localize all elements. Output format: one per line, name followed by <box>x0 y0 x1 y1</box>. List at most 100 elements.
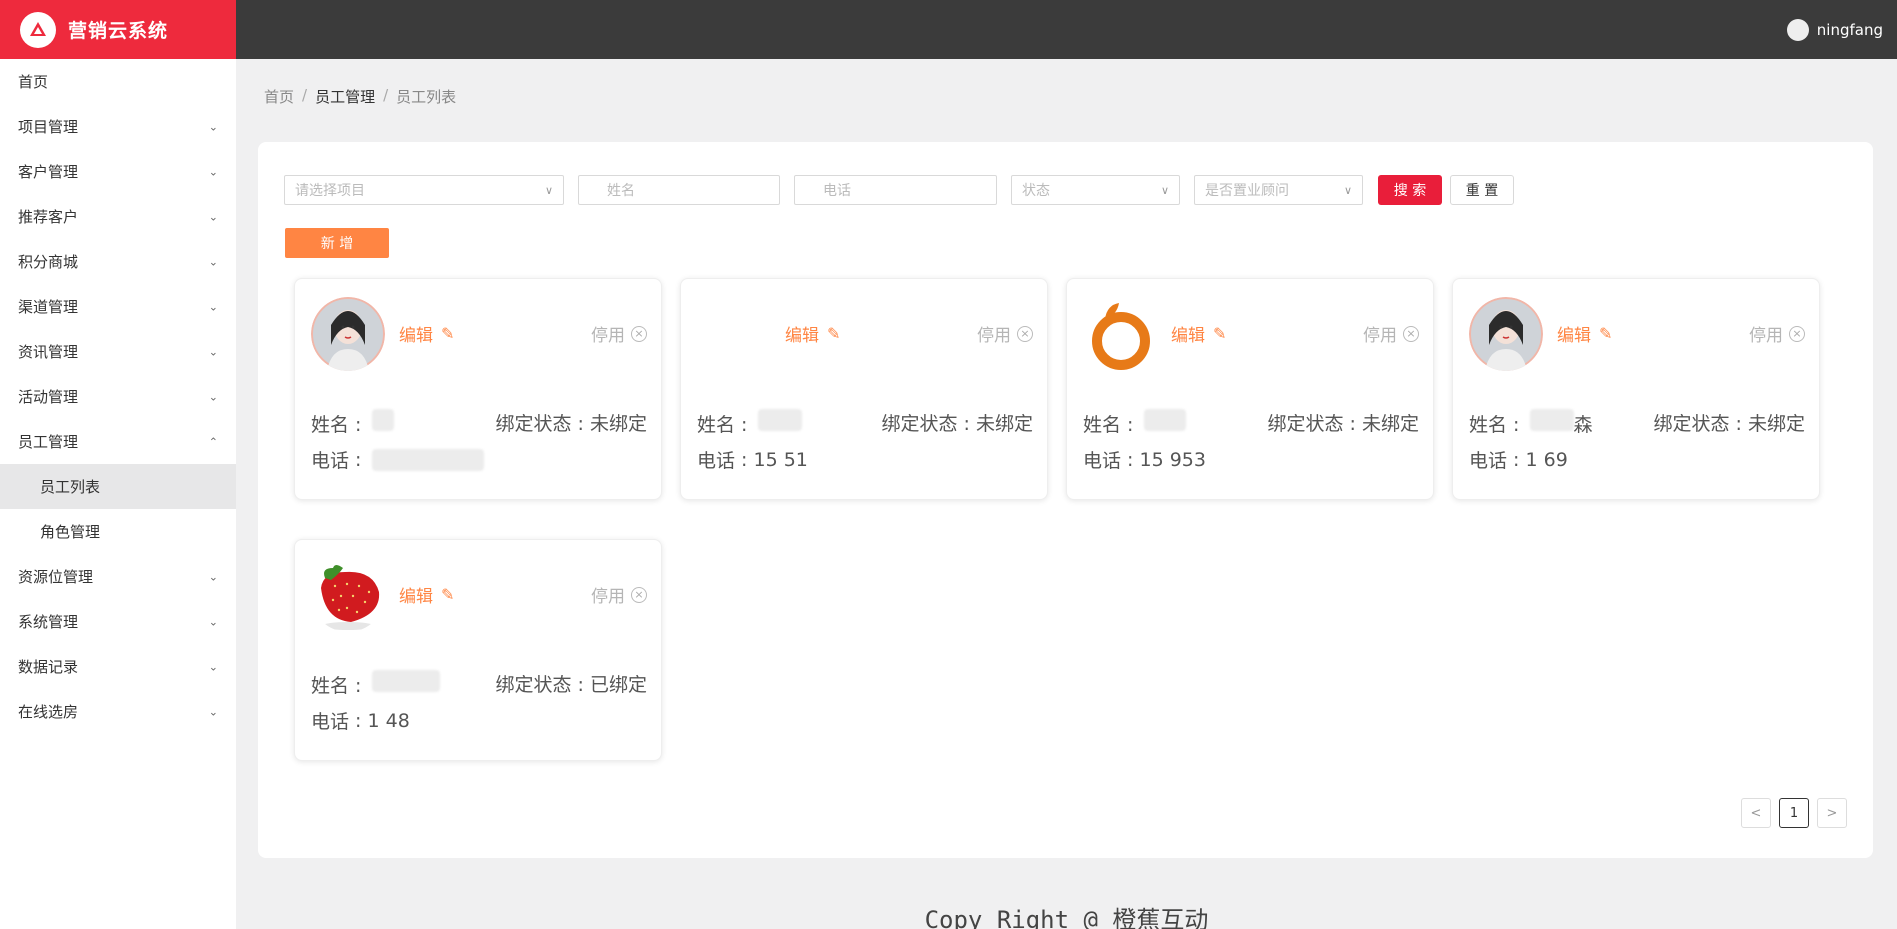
status-select[interactable]: 状态 ∨ <box>1011 175 1180 205</box>
employee-name: 姓名 : 森 <box>1469 409 1593 437</box>
project-select[interactable]: 请选择项目 ∨ <box>284 175 564 205</box>
breadcrumb-separator: / <box>302 86 308 104</box>
sidebar-item-resource[interactable]: 资源位管理 ⌄ <box>0 554 236 599</box>
edit-button[interactable]: 编辑 ✎ <box>399 582 454 607</box>
breadcrumb-home[interactable]: 首页 <box>264 86 294 107</box>
employee-name: 姓名 : <box>697 409 802 437</box>
employee-card: 编辑 ✎ 停用 × 姓名 : 绑定状态 : 已绑定 电话 : 1 48 <box>294 539 662 761</box>
sidebar-item-staff-list[interactable]: 员工列表 <box>0 464 236 509</box>
chevron-down-icon: ⌄ <box>208 120 218 133</box>
name-input-placeholder: 姓名 <box>607 183 635 199</box>
employee-phone-row: 电话 : 1 69 <box>1469 446 1568 473</box>
sidebar-item-label: 推荐客户 <box>18 208 79 226</box>
phone-label: 电话 <box>1083 450 1122 472</box>
edit-icon: ✎ <box>827 324 841 343</box>
orange-logo-icon <box>1083 297 1157 371</box>
sidebar-item-staff[interactable]: 员工管理 ⌃ <box>0 419 236 464</box>
filter-bar: 请选择项目 ∨ 姓名 电话 状态 ∨ 是否置业顾问 ∨ 搜 索 重 置 <box>284 175 1514 205</box>
app-title: 营销云系统 <box>68 20 169 42</box>
sidebar-item-label: 资讯管理 <box>18 343 79 361</box>
pagination: < 1 > <box>1733 798 1847 828</box>
sidebar-item-project[interactable]: 项目管理 ⌄ <box>0 104 236 149</box>
close-circle-icon: × <box>1017 325 1033 342</box>
sidebar-item-home[interactable]: 首页 <box>0 59 236 104</box>
close-circle-icon: × <box>1403 325 1419 342</box>
sidebar-item-points-mall[interactable]: 积分商城 ⌄ <box>0 239 236 284</box>
disable-label: 停用 <box>591 587 625 607</box>
edit-label: 编辑 <box>399 587 433 607</box>
chevron-down-icon: ⌄ <box>208 255 218 268</box>
breadcrumb-current: 员工列表 <box>396 88 457 106</box>
phone-colon: : <box>349 709 368 732</box>
prev-page-button[interactable]: < <box>1741 798 1771 828</box>
add-employee-button[interactable]: 新 增 <box>285 228 389 258</box>
chevron-down-icon: ⌄ <box>208 165 218 178</box>
avatar <box>1786 18 1809 41</box>
disable-button[interactable]: 停用 × <box>1363 321 1419 346</box>
sidebar-item-channel[interactable]: 渠道管理 ⌄ <box>0 284 236 329</box>
employee-phone-value: 1 69 <box>1525 448 1568 471</box>
next-page-button[interactable]: > <box>1817 798 1847 828</box>
edit-button[interactable]: 编辑 ✎ <box>785 321 840 346</box>
edit-label: 编辑 <box>1171 326 1205 346</box>
logo-icon <box>20 11 56 48</box>
bind-status: 绑定状态 : 未绑定 <box>1653 413 1805 435</box>
redacted-mask <box>757 409 802 431</box>
employee-phone-row: 电话 : 15 51 <box>697 446 808 473</box>
sidebar-item-label: 资源位管理 <box>18 568 94 586</box>
sidebar-item-online-housing[interactable]: 在线选房 ⌄ <box>0 689 236 734</box>
footer-copyright: Copy Right @ 橙蕉互动 <box>924 906 1209 929</box>
name-label: 姓名 <box>311 675 350 697</box>
chevron-down-icon: ⌄ <box>208 300 218 313</box>
disable-label: 停用 <box>1363 326 1397 346</box>
consultant-select[interactable]: 是否置业顾问 ∨ <box>1194 175 1363 205</box>
sidebar-menu: 首页 项目管理 ⌄ 客户管理 ⌄ 推荐客户 ⌄ 积分商城 ⌄ 渠道管理 ⌄ 资讯管理 ⌄ 活… <box>0 59 236 734</box>
search-button[interactable]: 搜 索 <box>1378 175 1442 205</box>
redacted-mask <box>371 448 484 471</box>
sidebar-item-referral[interactable]: 推荐客户 ⌄ <box>0 194 236 239</box>
status-select-placeholder: 状态 <box>1022 183 1050 199</box>
sidebar-item-news[interactable]: 资讯管理 ⌄ <box>0 329 236 374</box>
breadcrumb-section[interactable]: 员工管理 <box>315 86 375 107</box>
sidebar-item-data-records[interactable]: 数据记录 ⌄ <box>0 644 236 689</box>
name-label: 姓名 <box>311 414 350 436</box>
disable-button[interactable]: 停用 × <box>591 582 647 607</box>
breadcrumb-separator: / <box>383 86 389 104</box>
chevron-down-icon: ⌄ <box>208 390 218 403</box>
sidebar-item-system[interactable]: 系统管理 ⌄ <box>0 599 236 644</box>
page-button[interactable]: 1 <box>1779 798 1809 828</box>
disable-label: 停用 <box>1749 326 1783 346</box>
disable-button[interactable]: 停用 × <box>591 321 647 346</box>
chevron-up-icon: ⌃ <box>208 435 218 448</box>
employee-info-row: 姓名 : 绑定状态 : 未绑定 <box>311 409 647 437</box>
sidebar-item-label: 客户管理 <box>18 163 79 181</box>
redacted-mask <box>1529 409 1574 431</box>
sidebar-item-activity[interactable]: 活动管理 ⌄ <box>0 374 236 419</box>
sidebar-item-customer[interactable]: 客户管理 ⌄ <box>0 149 236 194</box>
employee-name: 姓名 : <box>1083 409 1186 437</box>
chevron-down-icon: ⌄ <box>208 210 218 223</box>
user-menu[interactable]: ningfang <box>1786 0 1883 59</box>
phone-input[interactable]: 电话 <box>794 175 997 205</box>
phone-input-placeholder: 电话 <box>823 183 851 199</box>
topbar: ningfang <box>236 0 1897 59</box>
employee-phone-value: 1 48 <box>367 709 410 732</box>
disable-button[interactable]: 停用 × <box>1749 321 1805 346</box>
sidebar-item-label: 渠道管理 <box>18 298 79 316</box>
close-circle-icon: × <box>631 325 647 342</box>
disable-button[interactable]: 停用 × <box>977 321 1033 346</box>
name-label: 姓名 <box>697 414 736 436</box>
edit-button[interactable]: 编辑 ✎ <box>399 321 454 346</box>
edit-button[interactable]: 编辑 ✎ <box>1557 321 1612 346</box>
phone-label: 电话 <box>311 711 350 733</box>
name-input[interactable]: 姓名 <box>578 175 780 205</box>
chevron-down-icon: ∨ <box>544 183 553 197</box>
edit-button[interactable]: 编辑 ✎ <box>1171 321 1226 346</box>
sidebar-item-roles[interactable]: 角色管理 <box>0 509 236 554</box>
chevron-down-icon: ∨ <box>1343 183 1352 197</box>
employee-info-row: 姓名 : 绑定状态 : 已绑定 <box>311 670 647 698</box>
redacted-mask <box>371 670 440 692</box>
breadcrumb: 首页 / 员工管理 / 员工列表 <box>264 86 456 107</box>
reset-button[interactable]: 重 置 <box>1450 175 1514 205</box>
chevron-down-icon: ⌄ <box>208 705 218 718</box>
